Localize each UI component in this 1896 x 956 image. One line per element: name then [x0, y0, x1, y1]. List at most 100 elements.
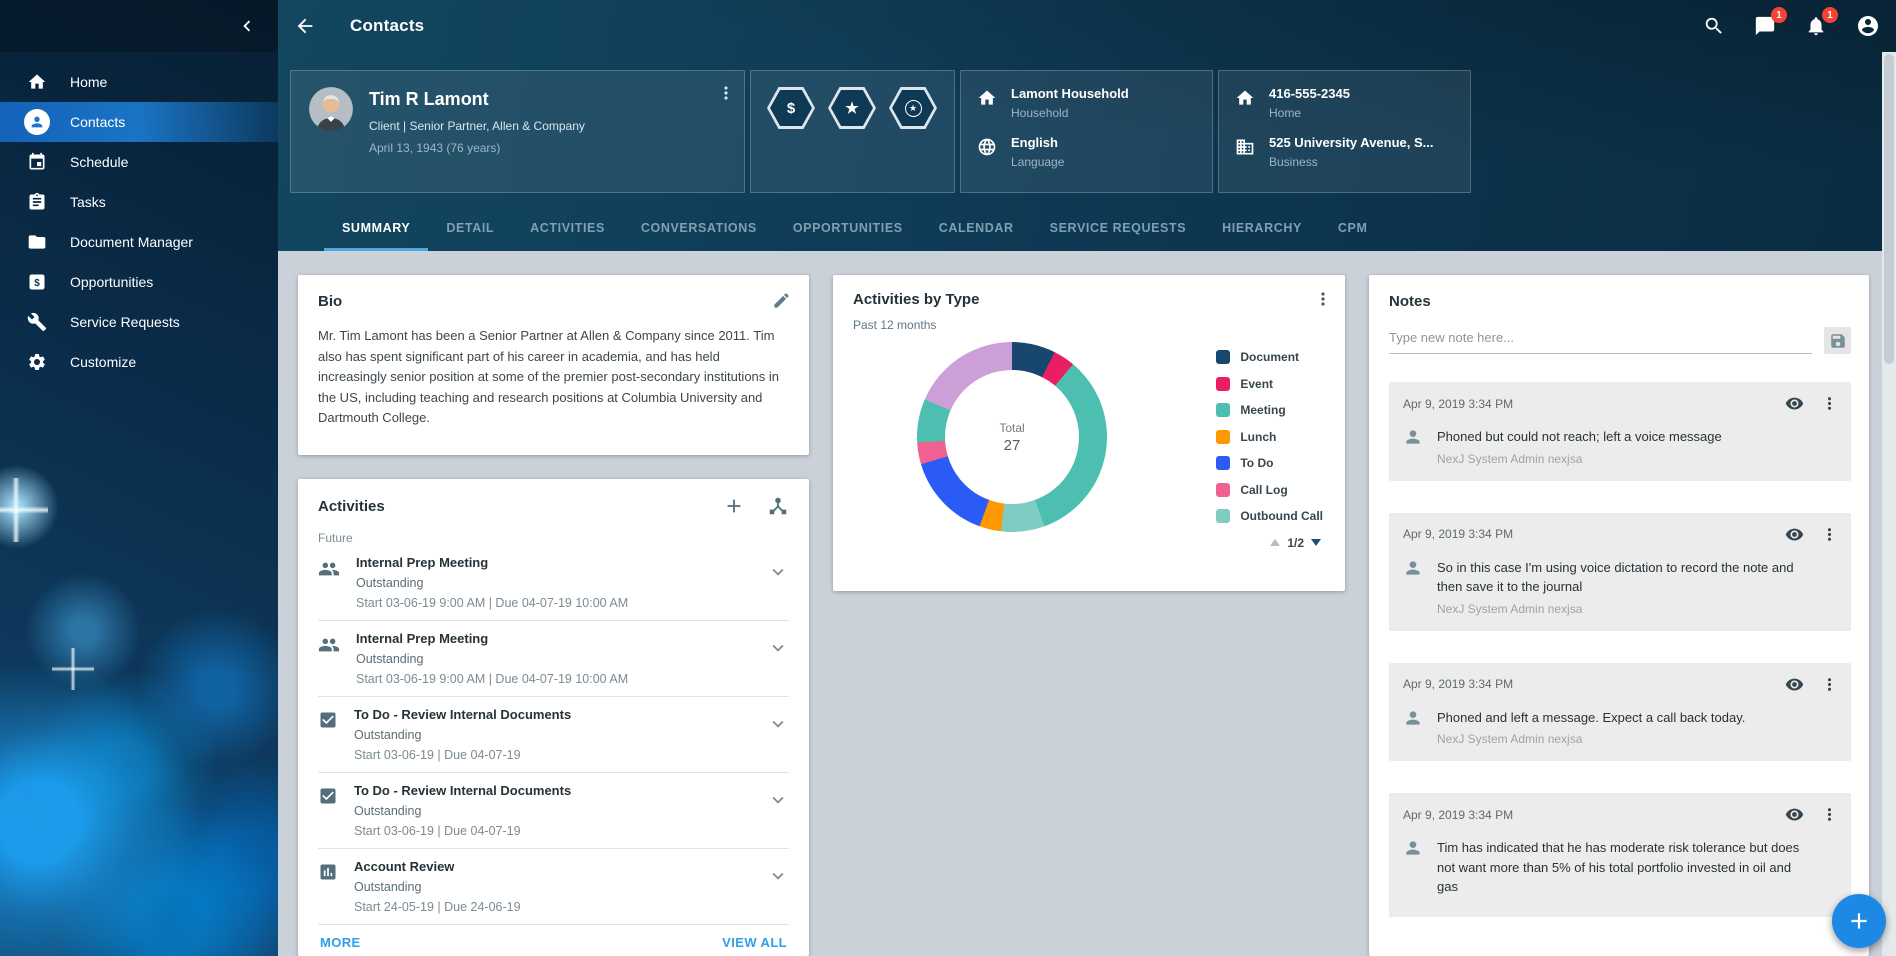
activity-title: To Do - Review Internal Documents	[354, 783, 751, 798]
save-icon	[1829, 332, 1847, 350]
eye-icon	[1785, 675, 1804, 694]
legend-swatch	[1216, 430, 1230, 444]
activity-row[interactable]: Internal Prep Meeting Outstanding Start …	[318, 621, 789, 697]
legend-item: Lunch	[1216, 424, 1323, 451]
legend-swatch	[1216, 403, 1230, 417]
legend-swatch	[1216, 377, 1230, 391]
sidebar-item-service-requests[interactable]: Service Requests	[0, 302, 278, 342]
address-label: Business	[1269, 155, 1434, 169]
activity-row[interactable]: Account Review Outstanding Start 24-05-1…	[318, 849, 789, 925]
star-circle-badge[interactable]: ★	[889, 87, 937, 129]
note-item: Apr 9, 2019 3:34 PM Tim has indicated th…	[1389, 793, 1851, 917]
person-icon	[1403, 558, 1423, 616]
tab-hierarchy[interactable]: HIERARCHY	[1204, 207, 1320, 251]
kebab-icon	[1820, 525, 1839, 544]
note-visibility-button[interactable]	[1785, 525, 1804, 544]
activities-title: Activities	[318, 498, 385, 515]
sidebar-item-contacts[interactable]: Contacts	[0, 102, 278, 142]
profile-menu-button[interactable]	[716, 83, 736, 103]
add-fab-button[interactable]	[1832, 894, 1886, 948]
tab-cpm[interactable]: CPM	[1320, 207, 1386, 251]
activity-row[interactable]: To Do - Review Internal Documents Outsta…	[318, 773, 789, 849]
chevron-down-icon[interactable]	[767, 561, 789, 610]
sidebar-item-home[interactable]: Home	[0, 62, 278, 102]
note-visibility-button[interactable]	[1785, 805, 1804, 824]
tab-opportunities[interactable]: OPPORTUNITIES	[775, 207, 921, 251]
sidebar-item-opportunities[interactable]: $ Opportunities	[0, 262, 278, 302]
legend-page-up-button[interactable]	[1270, 539, 1280, 546]
note-visibility-button[interactable]	[1785, 675, 1804, 694]
sidebar-item-tasks[interactable]: Tasks	[0, 182, 278, 222]
activities-group-label: Future	[318, 531, 789, 545]
donut-total-value: 27	[1004, 437, 1021, 454]
chart-title: Activities by Type	[853, 291, 1325, 308]
new-note-input[interactable]	[1389, 326, 1812, 354]
chevron-down-icon[interactable]	[767, 865, 789, 914]
sidebar-item-customize[interactable]: Customize	[0, 342, 278, 382]
legend-page-down-button[interactable]	[1311, 539, 1321, 546]
contact-role: Client | Senior Partner, Allen & Company	[369, 119, 585, 133]
star-badge[interactable]: ★	[828, 87, 876, 129]
bio-edit-button[interactable]	[772, 291, 791, 310]
star-circle-badge-icon: ★	[905, 100, 922, 117]
scrollbar-thumb[interactable]	[1884, 54, 1894, 364]
back-button[interactable]	[294, 15, 316, 37]
view-all-button[interactable]: VIEW ALL	[722, 935, 787, 950]
tab-calendar[interactable]: CALENDAR	[921, 207, 1032, 251]
address-row[interactable]: 525 University Avenue, S... Business	[1235, 135, 1454, 169]
sidebar-item-schedule[interactable]: Schedule	[0, 142, 278, 182]
language-row[interactable]: English Language	[977, 135, 1196, 169]
notifications-button[interactable]: 1	[1805, 14, 1829, 38]
activity-status: Outstanding	[356, 652, 751, 666]
activity-row[interactable]: To Do - Review Internal Documents Outsta…	[318, 697, 789, 773]
activity-dates: Start 03-06-19 9:00 AM | Due 04-07-19 10…	[356, 596, 751, 610]
chat-button[interactable]: 1	[1754, 14, 1778, 38]
sidebar-item-label: Tasks	[70, 194, 106, 210]
activity-hierarchy-button[interactable]	[767, 495, 789, 517]
add-activity-button[interactable]	[723, 495, 745, 517]
note-visibility-button[interactable]	[1785, 394, 1804, 413]
note-menu-button[interactable]	[1820, 675, 1839, 694]
note-date: Apr 9, 2019 3:34 PM	[1403, 397, 1513, 411]
household-row[interactable]: Lamont Household Household	[977, 86, 1196, 120]
account-icon	[1856, 14, 1880, 38]
topbar-actions: 1 1	[1703, 14, 1880, 38]
chevron-down-icon[interactable]	[767, 789, 789, 838]
person-icon	[1403, 427, 1423, 466]
note-menu-button[interactable]	[1820, 805, 1839, 824]
chevron-down-icon[interactable]	[767, 637, 789, 686]
contact-methods-card: 416-555-2345 Home 525 University Avenue,…	[1218, 70, 1471, 193]
sidebar-header	[0, 0, 278, 52]
note-text: So in this case I'm using voice dictatio…	[1437, 558, 1815, 597]
tab-detail[interactable]: DETAIL	[428, 207, 512, 251]
activity-row[interactable]: Internal Prep Meeting Outstanding Start …	[318, 545, 789, 621]
more-button[interactable]: MORE	[320, 935, 361, 950]
eye-icon	[1785, 805, 1804, 824]
pencil-icon	[772, 291, 791, 310]
save-note-button[interactable]	[1824, 327, 1851, 354]
note-menu-button[interactable]	[1820, 394, 1839, 413]
sidebar-collapse-button[interactable]	[236, 15, 258, 37]
dollar-badge[interactable]: $	[767, 87, 815, 129]
tab-summary[interactable]: SUMMARY	[324, 207, 428, 251]
chart-legend: Document Event Meeting Lunch To Do Call …	[1216, 344, 1325, 550]
sidebar-item-document-manager[interactable]: Document Manager	[0, 222, 278, 262]
tab-conversations[interactable]: CONVERSATIONS	[623, 207, 775, 251]
plus-icon	[723, 495, 745, 517]
activity-title: Internal Prep Meeting	[356, 631, 751, 646]
search-button[interactable]	[1703, 14, 1727, 38]
account-button[interactable]	[1856, 14, 1880, 38]
tab-service-requests[interactable]: SERVICE REQUESTS	[1032, 207, 1205, 251]
person-icon	[1403, 838, 1423, 902]
note-menu-button[interactable]	[1820, 525, 1839, 544]
note-author: NexJ System Admin nexjsa	[1437, 602, 1815, 616]
phone-row[interactable]: 416-555-2345 Home	[1235, 86, 1454, 120]
vertical-scrollbar[interactable]	[1882, 52, 1896, 956]
chart-menu-button[interactable]	[1313, 289, 1333, 309]
profile-header: Tim R Lamont Client | Senior Partner, Al…	[278, 52, 1896, 207]
chevron-down-icon[interactable]	[767, 713, 789, 762]
activity-title: Account Review	[354, 859, 751, 874]
legend-swatch	[1216, 509, 1230, 523]
sparkle-decoration	[52, 648, 94, 690]
tab-activities[interactable]: ACTIVITIES	[512, 207, 623, 251]
